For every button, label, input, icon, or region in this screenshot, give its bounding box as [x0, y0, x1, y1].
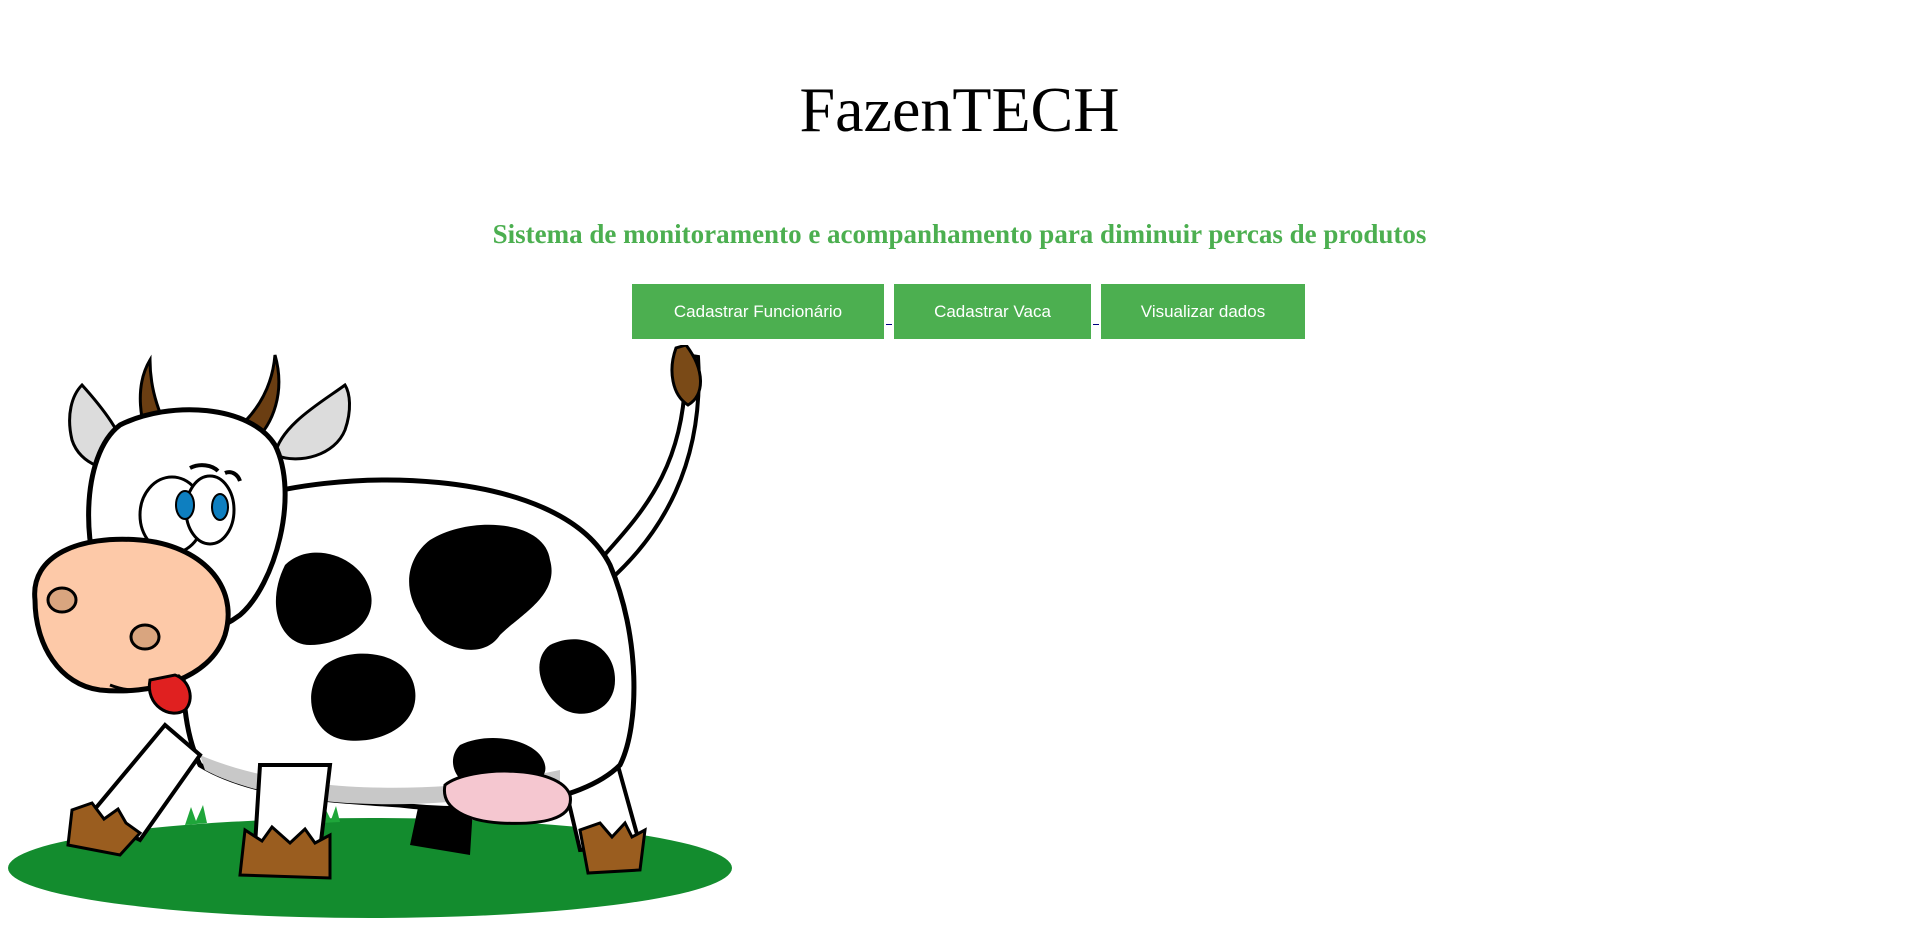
cow-pupil-right [211, 493, 229, 521]
cadastrar-vaca-button[interactable]: Cadastrar Vaca [894, 284, 1091, 339]
page-subtitle: Sistema de monitoramento e acompanhament… [492, 219, 1427, 249]
link-separator [884, 284, 894, 339]
link-separator [1091, 284, 1101, 339]
cow-pupil-left [175, 490, 195, 520]
cadastrar-funcionario-button[interactable]: Cadastrar Funcionário [632, 284, 884, 339]
visualizar-dados-button[interactable]: Visualizar dados [1101, 284, 1305, 339]
cow-nostril [46, 586, 78, 614]
main-nav: Cadastrar Funcionário Cadastrar Vaca Vis… [632, 284, 1305, 339]
cow-tongue [147, 673, 192, 715]
cow-tail-tuft [670, 345, 702, 407]
cow-udder [443, 769, 572, 825]
cow-snout [32, 536, 231, 694]
cow-illustration [8, 345, 732, 918]
cow-ear-right [273, 382, 351, 461]
page: FazenTECH Sistema de monitoramento e aco… [0, 0, 1919, 931]
page-title: FazenTECH [799, 74, 1120, 145]
cow-nostril [129, 623, 161, 651]
